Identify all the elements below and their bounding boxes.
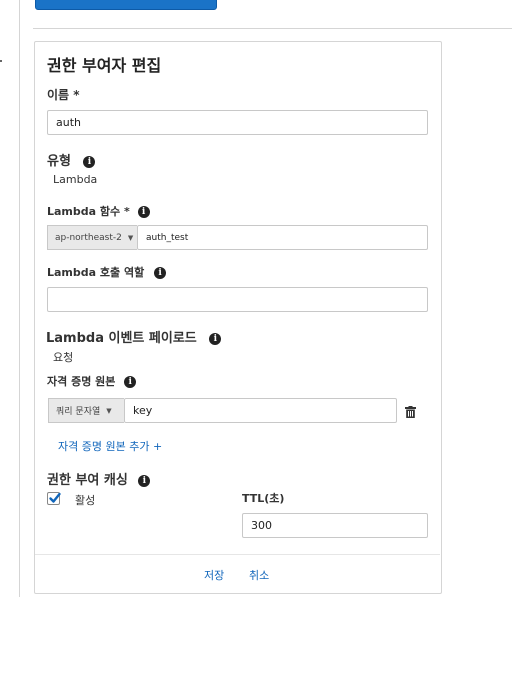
info-icon[interactable]: i: [209, 332, 222, 345]
identity-source-input[interactable]: key: [124, 398, 397, 423]
panel-title: 권한 부여자 편집: [47, 56, 162, 75]
caching-label-text: 권한 부여 캐싱: [47, 473, 128, 488]
lambda-role-label: Lambda 호출 역할 i: [47, 264, 167, 280]
type-label: 유형 i: [47, 150, 96, 169]
type-label-text: 유형: [47, 154, 71, 169]
caching-label: 권한 부여 캐싱 i: [47, 469, 151, 488]
name-input[interactable]: auth: [47, 110, 428, 135]
add-identity-source-link[interactable]: 자격 증명 원본 추가 +: [58, 438, 162, 454]
footer-divider: [35, 554, 440, 555]
ttl-input-value: 300: [251, 519, 272, 532]
event-payload-label: Lambda 이벤트 페이로드 i: [46, 327, 222, 346]
name-input-value: auth: [56, 116, 81, 129]
lambda-function-input[interactable]: auth_test: [137, 225, 428, 250]
info-icon[interactable]: i: [154, 267, 167, 279]
lambda-function-label: Lambda 함수 * i: [47, 203, 150, 219]
identity-source-label-text: 자격 증명 원본: [47, 375, 116, 388]
lambda-role-label-text: Lambda 호출 역할: [47, 266, 145, 279]
ttl-input[interactable]: 300: [242, 513, 428, 538]
info-icon[interactable]: i: [137, 206, 150, 218]
primary-action-button[interactable]: [35, 0, 217, 10]
check-icon: [49, 492, 61, 503]
caching-enabled-checkbox[interactable]: [47, 492, 61, 505]
info-icon[interactable]: i: [138, 474, 151, 487]
caret-down-icon: ▼: [106, 406, 112, 415]
caching-enabled-label: 활성: [75, 494, 96, 507]
identity-source-type-select[interactable]: 쿼리 문자열 ▼: [48, 398, 124, 423]
region-select-value: ap-northeast-2: [55, 232, 122, 243]
lambda-function-label-text: Lambda 함수 *: [47, 205, 130, 218]
event-payload-value: 요청: [53, 351, 74, 364]
lambda-function-input-value: auth_test: [146, 232, 189, 243]
header-divider: [33, 28, 512, 29]
caret-down-icon: ▼: [127, 233, 134, 242]
identity-source-label: 자격 증명 원본 i: [47, 373, 137, 389]
identity-source-type-value: 쿼리 문자열: [56, 407, 101, 417]
save-button[interactable]: 저장: [204, 567, 224, 583]
sidebar-marker: [0, 60, 2, 62]
info-icon[interactable]: i: [124, 376, 137, 388]
name-label: 이름 *: [47, 88, 80, 102]
ttl-label: TTL(초): [242, 492, 285, 505]
type-value: Lambda: [53, 173, 98, 186]
sidebar-divider: [19, 0, 20, 597]
identity-source-input-value: key: [133, 404, 153, 417]
region-select[interactable]: ap-northeast-2 ▼: [47, 225, 137, 250]
event-payload-label-text: Lambda 이벤트 페이로드: [46, 331, 197, 346]
cancel-button[interactable]: 취소: [249, 567, 269, 583]
info-icon[interactable]: i: [83, 155, 96, 168]
trash-icon[interactable]: [405, 403, 416, 418]
lambda-role-input[interactable]: [47, 287, 428, 312]
